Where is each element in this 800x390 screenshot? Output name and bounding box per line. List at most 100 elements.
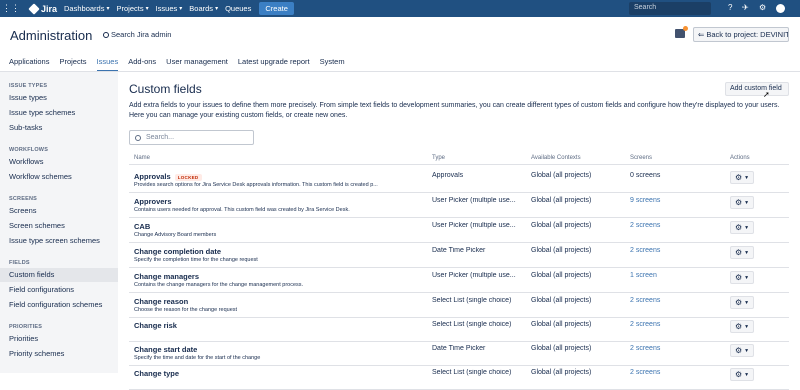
help-icon[interactable]: ?	[728, 3, 732, 12]
actions-button[interactable]: ⚙ ▼	[730, 368, 754, 381]
locked-badge: LOCKED	[174, 173, 202, 181]
sidebar-item-field-configuration-schemes[interactable]: Field configuration schemes	[9, 300, 102, 309]
sidebar-item-workflows[interactable]: Workflows	[9, 157, 43, 166]
tab-user-management[interactable]: User management	[166, 57, 228, 72]
sidebar-heading-screens: SCREENS	[9, 196, 37, 202]
nav-boards[interactable]: Boards ▾	[189, 4, 218, 13]
field-context: Global (all projects)	[531, 345, 592, 352]
field-type: Select List (single choice)	[432, 321, 512, 328]
table-row: Change type Select List (single choice) Gl…	[129, 365, 789, 390]
field-name-text: Change reason	[134, 297, 189, 306]
custom-field-search-input[interactable]: Search...	[129, 130, 254, 145]
sidebar-item-sub-tasks[interactable]: Sub-tasks	[9, 123, 42, 132]
user-avatar[interactable]	[776, 4, 785, 13]
nav-queues[interactable]: Queues	[225, 4, 251, 13]
field-name[interactable]: Change reason	[134, 297, 188, 306]
sidebar-item-priority-schemes[interactable]: Priority schemes	[9, 349, 64, 358]
column-header-contexts: Available Contexts	[531, 155, 581, 161]
jira-logo-text: Jira	[41, 3, 58, 14]
tab-system[interactable]: System	[320, 57, 345, 72]
sidebar-item-screens[interactable]: Screens	[9, 206, 37, 215]
admin-search-link[interactable]: Search Jira admin	[103, 30, 171, 39]
field-name[interactable]: Change completion date	[134, 247, 221, 256]
jira-logo-mark-icon	[28, 2, 40, 15]
app-switcher-icon[interactable]: ⋮⋮	[2, 3, 20, 14]
actions-button[interactable]: ⚙ ▼	[730, 196, 754, 209]
sidebar-item-issue-types[interactable]: Issue types	[9, 93, 47, 102]
sidebar-item-field-configurations[interactable]: Field configurations	[9, 285, 74, 294]
chevron-down-icon: ▾	[215, 6, 219, 12]
field-description: Specify the time and date for the start …	[134, 355, 261, 361]
field-name-text: Change start date	[134, 345, 198, 354]
field-type: Select List (single choice)	[432, 297, 512, 304]
table-row: Approvals LOCKED Provides search options f…	[129, 168, 789, 193]
jira-logo[interactable]: Jira	[28, 2, 58, 15]
sidebar-heading-priorities: PRIORITIES	[9, 324, 43, 330]
field-name[interactable]: Approvals LOCKED	[134, 172, 202, 181]
notifications-icon[interactable]: ✈	[742, 3, 749, 12]
column-header-screens: Screens	[630, 155, 653, 161]
back-to-project-button[interactable]: ⇐ Back to project: DEVINITI	[693, 27, 789, 42]
gear-icon: ⚙	[734, 273, 743, 282]
tab-projects[interactable]: Projects	[59, 57, 86, 72]
content-title: Custom fields	[129, 82, 202, 96]
add-custom-field-button[interactable]: Add custom field	[725, 82, 789, 96]
field-description: Provides search options for Jira Service…	[134, 182, 378, 188]
sidebar-item-workflow-schemes[interactable]: Workflow schemes	[9, 172, 72, 181]
actions-button[interactable]: ⚙ ▼	[730, 221, 754, 234]
field-context: Global (all projects)	[531, 247, 592, 254]
field-screens[interactable]: 2 screens	[630, 247, 660, 254]
nav-label: Issues	[155, 4, 178, 13]
sidebar-item-screen-schemes[interactable]: Screen schemes	[9, 221, 65, 230]
tab-latest-upgrade-report[interactable]: Latest upgrade report	[238, 57, 310, 72]
field-name[interactable]: Change managers	[134, 272, 199, 281]
settings-gear-icon[interactable]: ⚙	[759, 3, 766, 12]
tab-issues[interactable]: Issues	[96, 57, 119, 72]
actions-button[interactable]: ⚙ ▼	[730, 296, 754, 309]
field-screens[interactable]: 2 screens	[630, 321, 660, 328]
actions-button[interactable]: ⚙ ▼	[730, 320, 754, 333]
field-name[interactable]: Change type	[134, 369, 179, 378]
chevron-down-icon: ▼	[744, 199, 750, 206]
sidebar-item-issue-type-screen-schemes[interactable]: Issue type screen schemes	[9, 236, 100, 245]
table-row: Change risk Select List (single choice) Gl…	[129, 317, 789, 342]
notification-badge	[683, 26, 688, 31]
field-screens[interactable]: 2 screens	[630, 222, 660, 229]
nav-projects[interactable]: Projects ▾	[116, 4, 148, 13]
field-description: Specify the completion time for the chan…	[134, 257, 258, 263]
sidebar-item-issue-type-schemes[interactable]: Issue type schemes	[9, 108, 75, 117]
field-screens[interactable]: 9 screens	[630, 197, 660, 204]
admin-notifications-icon[interactable]	[675, 26, 688, 38]
field-name-text: Approvals	[134, 172, 171, 181]
tab-applications[interactable]: Applications	[9, 57, 49, 72]
field-name[interactable]: Approvers	[134, 197, 172, 206]
chevron-down-icon: ▼	[744, 249, 750, 256]
sidebar-item-custom-fields[interactable]: Custom fields	[9, 270, 54, 279]
page-description: Add extra fields to your issues to defin…	[129, 102, 780, 119]
field-context: Global (all projects)	[531, 222, 592, 229]
field-type: Date Time Picker	[432, 247, 486, 254]
field-screens[interactable]: 2 screens	[630, 345, 660, 352]
field-screens[interactable]: 2 screens	[630, 297, 660, 304]
sidebar-item-priorities[interactable]: Priorities	[9, 334, 38, 343]
field-screens[interactable]: 1 screen	[630, 272, 657, 279]
gear-icon: ⚙	[734, 173, 743, 182]
field-name[interactable]: CAB	[134, 222, 150, 231]
gear-icon: ⚙	[734, 322, 743, 331]
sidebar: ISSUE TYPES Issue types Issue type schemes…	[0, 72, 118, 373]
global-search-input[interactable]: Search	[629, 2, 711, 15]
sidebar-heading-workflows: WORKFLOWS	[9, 147, 49, 153]
field-name[interactable]: Change start date	[134, 345, 197, 354]
actions-button[interactable]: ⚙ ▼	[730, 171, 754, 184]
nav-label: Dashboards	[64, 4, 105, 13]
field-name[interactable]: Change risk	[134, 321, 177, 330]
actions-button[interactable]: ⚙ ▼	[730, 344, 754, 357]
actions-button[interactable]: ⚙ ▼	[730, 271, 754, 284]
actions-button[interactable]: ⚙ ▼	[730, 246, 754, 259]
table-row: Change start date Specify the time and da…	[129, 341, 789, 366]
field-type: User Picker (multiple use...	[432, 272, 516, 279]
tab-add-ons[interactable]: Add-ons	[128, 57, 156, 72]
nav-dashboards[interactable]: Dashboards ▾	[64, 4, 109, 13]
nav-issues[interactable]: Issues ▾	[156, 4, 183, 13]
create-button[interactable]: Create	[259, 2, 294, 15]
